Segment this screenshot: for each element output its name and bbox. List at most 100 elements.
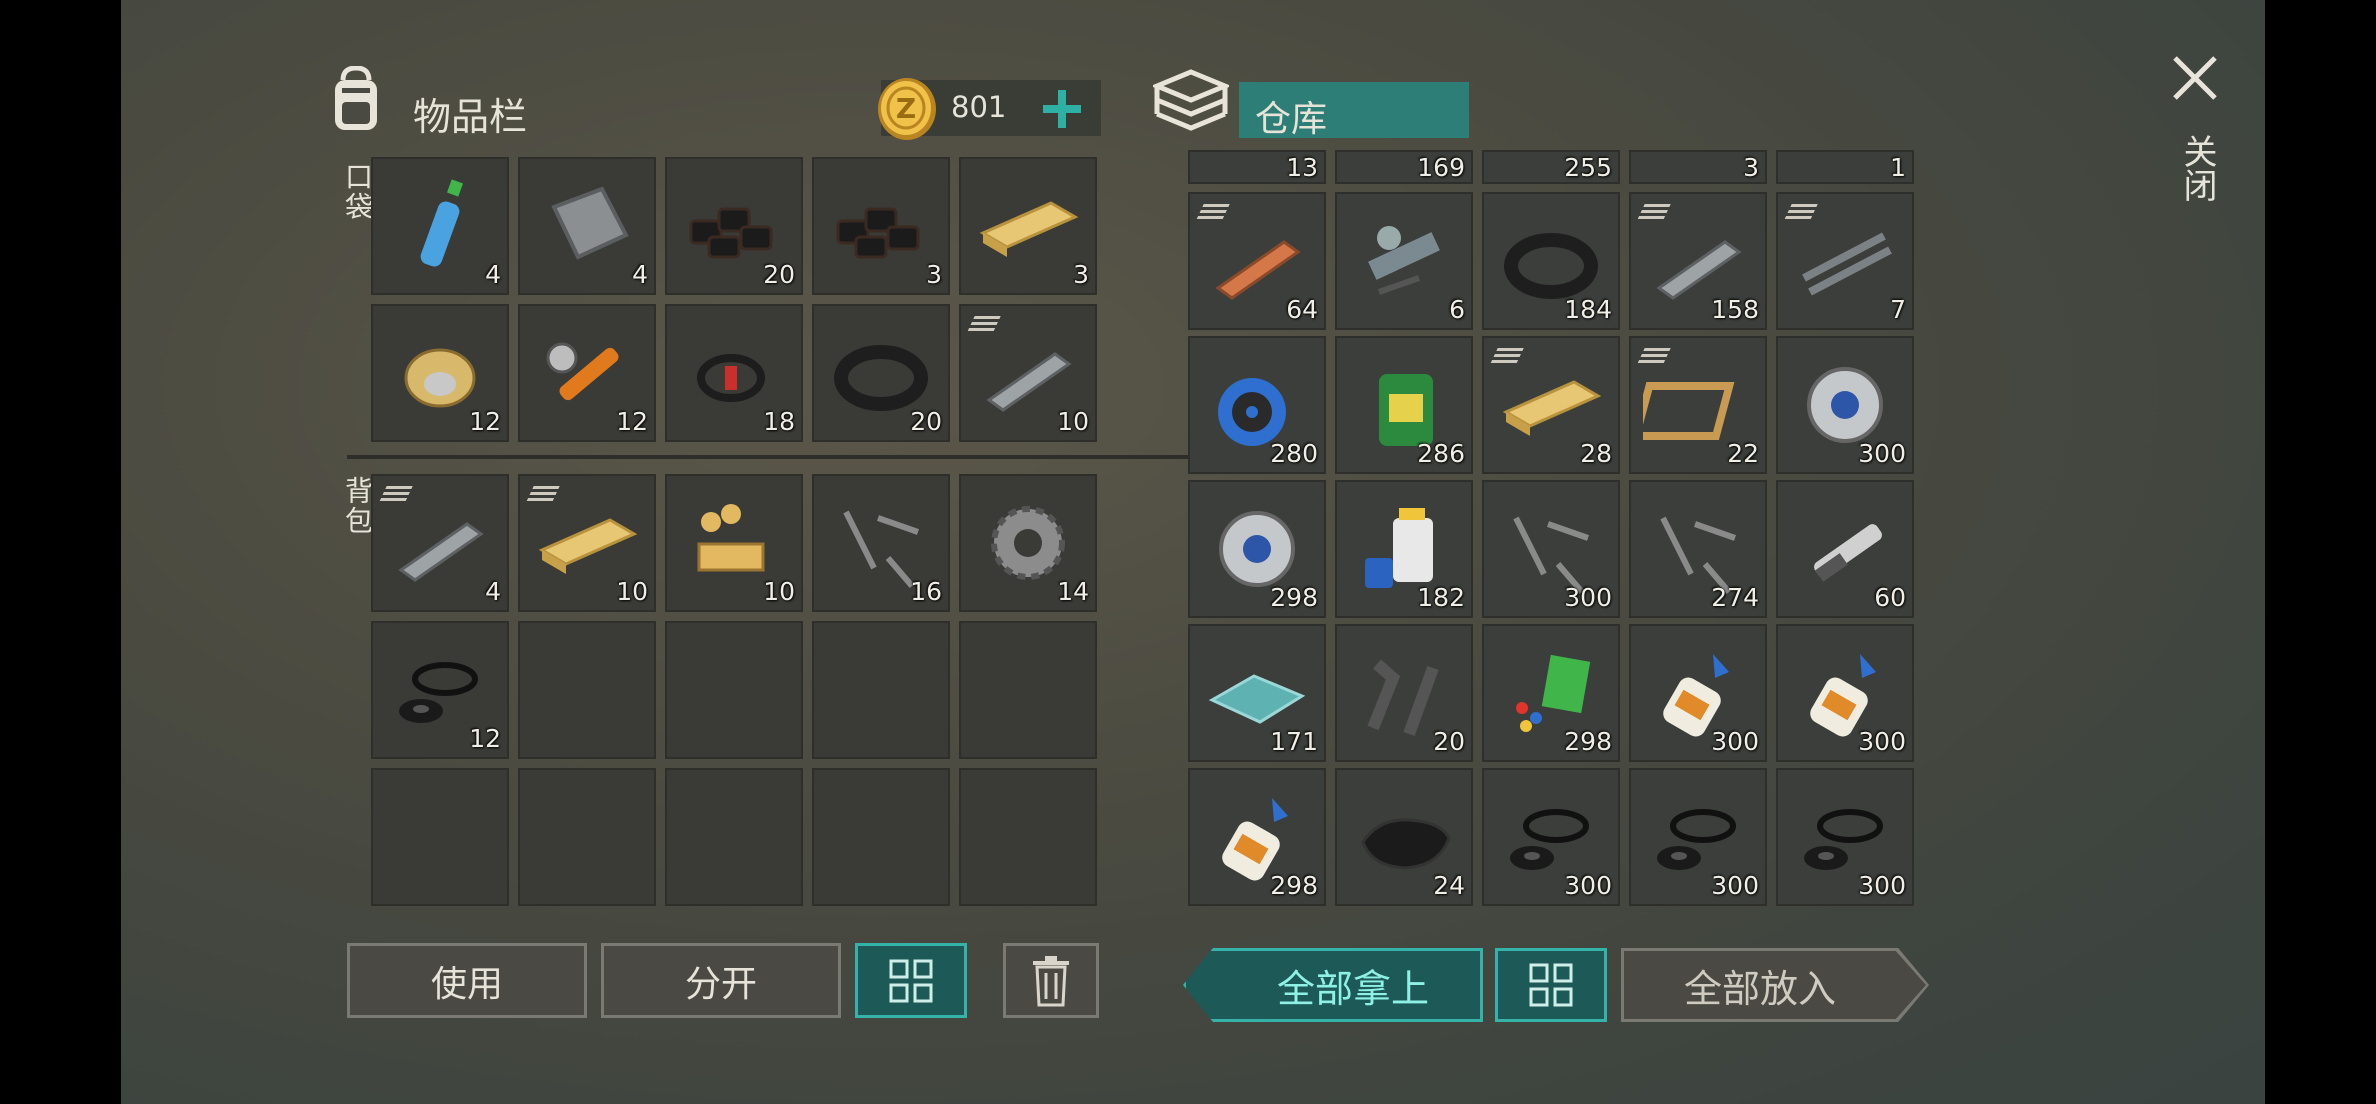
coin-icon: Z [878, 78, 936, 140]
inventory-slot-iron-plate[interactable]: 4 [518, 157, 656, 295]
inventory-slot-engine-parts[interactable]: 6 [1335, 192, 1473, 330]
grid-icon [1529, 963, 1573, 1007]
add-coins-button[interactable] [1041, 88, 1083, 130]
empty-slot[interactable] [665, 621, 803, 759]
inventory-slot-electrical-wire[interactable]: 18 [665, 304, 803, 442]
item-count: 300 [1711, 727, 1759, 756]
inventory-screen: 物品栏 Z 801 口袋 背包 4 4 20 3 3 12 12 18 20 10 4 10 10 16… [121, 0, 2265, 1104]
item-count: 255 [1564, 153, 1612, 182]
item-count: 4 [632, 260, 648, 289]
item-count: 20 [763, 260, 795, 289]
storage-slot-partial[interactable]: 3 [1629, 150, 1767, 184]
storage-title: 仓库 [1255, 99, 1328, 140]
inventory-slot-rubber-hose[interactable]: 20 [812, 304, 950, 442]
item-count: 300 [1858, 727, 1906, 756]
backpack-icon [335, 66, 377, 130]
empty-slot[interactable] [959, 621, 1097, 759]
item-count: 10 [616, 577, 648, 606]
inventory-slot-blue-wire-spool[interactable]: 280 [1188, 336, 1326, 474]
inventory-slot-wooden-board[interactable]: 10 [518, 474, 656, 612]
inventory-slot-wire-spool[interactable]: 12 [371, 304, 509, 442]
inventory-slot-rubber-seals[interactable]: 300 [1482, 768, 1620, 906]
empty-slot[interactable] [518, 621, 656, 759]
take-all-button[interactable]: 全部拿上 [1183, 948, 1483, 1022]
item-count: 4 [485, 260, 501, 289]
inventory-slot-screws[interactable]: 16 [812, 474, 950, 612]
inventory-slot-water-bottle[interactable]: 4 [371, 157, 509, 295]
coin-count: 801 [951, 90, 1007, 124]
item-count: 6 [1449, 295, 1465, 324]
inventory-slot-iron-bar[interactable]: 10 [959, 304, 1097, 442]
inventory-slot-screws[interactable]: 300 [1482, 480, 1620, 618]
use-button[interactable]: 使用 [347, 943, 587, 1018]
engine-parts-icon [1368, 226, 1440, 295]
item-count: 10 [1057, 407, 1089, 436]
empty-slot[interactable] [518, 768, 656, 906]
inventory-slot-pulley[interactable]: 298 [1188, 480, 1326, 618]
inventory-slot-glass[interactable]: 171 [1188, 624, 1326, 762]
item-count: 3 [926, 260, 942, 289]
inventory-slot-pulley[interactable]: 300 [1776, 336, 1914, 474]
inventory-slot-wooden-board[interactable]: 3 [959, 157, 1097, 295]
inventory-slot-glue[interactable]: 298 [1188, 768, 1326, 906]
item-count: 20 [1433, 727, 1465, 756]
inventory-slot-leather[interactable]: 24 [1335, 768, 1473, 906]
inventory-slot-screws[interactable]: 274 [1629, 480, 1767, 618]
inventory-slot-plastic[interactable]: 298 [1482, 624, 1620, 762]
item-count: 13 [1286, 153, 1318, 182]
close-label[interactable]: 关闭 [2173, 134, 2222, 202]
item-count: 158 [1711, 295, 1759, 324]
iron-bar-icon [398, 522, 484, 582]
storage-slot-partial[interactable]: 13 [1188, 150, 1326, 184]
item-count: 16 [910, 577, 942, 606]
section-divider [347, 455, 1215, 459]
item-count: 64 [1286, 295, 1318, 324]
inventory-slot-coal[interactable]: 3 [812, 157, 950, 295]
inventory-slot-rubber-seals[interactable]: 300 [1629, 768, 1767, 906]
inventory-slot-gear[interactable]: 14 [959, 474, 1097, 612]
empty-slot[interactable] [959, 768, 1097, 906]
item-count: 3 [1743, 153, 1759, 182]
item-count: 300 [1858, 439, 1906, 468]
inventory-slot-hydraulic-cylinder[interactable]: 12 [518, 304, 656, 442]
inventory-slot-wooden-parts[interactable]: 10 [665, 474, 803, 612]
inventory-slot-rubber-seals[interactable]: 300 [1776, 768, 1914, 906]
inventory-slot-spark-plug[interactable]: 60 [1776, 480, 1914, 618]
empty-slot[interactable] [812, 768, 950, 906]
item-count: 12 [469, 724, 501, 753]
item-count: 12 [469, 407, 501, 436]
coal-icon [836, 207, 920, 259]
storage-slot-partial[interactable]: 169 [1335, 150, 1473, 184]
inventory-slot-resin[interactable]: 182 [1335, 480, 1473, 618]
inventory-slot-rubber-hose[interactable]: 184 [1482, 192, 1620, 330]
sort-storage-button[interactable] [1495, 948, 1607, 1022]
trash-icon [1033, 955, 1069, 1006]
inventory-slot-iron-bar[interactable]: 158 [1629, 192, 1767, 330]
empty-slot[interactable] [665, 768, 803, 906]
inventory-slot-coal[interactable]: 20 [665, 157, 803, 295]
empty-slot[interactable] [812, 621, 950, 759]
inventory-slot-motor-oil[interactable]: 286 [1335, 336, 1473, 474]
item-count: 4 [485, 577, 501, 606]
inventory-slot-pipes[interactable]: 20 [1335, 624, 1473, 762]
storage-slot-partial[interactable]: 1 [1776, 150, 1914, 184]
storage-slot-partial[interactable]: 255 [1482, 150, 1620, 184]
close-icon[interactable] [2171, 54, 2219, 102]
empty-slot[interactable] [371, 768, 509, 906]
iron-plate-icon [551, 186, 629, 260]
inventory-slot-iron-bar[interactable]: 4 [371, 474, 509, 612]
item-count: 10 [763, 577, 795, 606]
inventory-slot-rebar[interactable]: 7 [1776, 192, 1914, 330]
item-count: 22 [1727, 439, 1759, 468]
split-button[interactable]: 分开 [601, 943, 841, 1018]
inventory-slot-glue[interactable]: 300 [1629, 624, 1767, 762]
inventory-slot-rubber-seals[interactable]: 12 [371, 621, 509, 759]
inventory-slot-copper-bar[interactable]: 64 [1188, 192, 1326, 330]
sort-inventory-button[interactable] [855, 943, 967, 1018]
item-count: 280 [1270, 439, 1318, 468]
trash-button[interactable] [1003, 943, 1099, 1018]
inventory-slot-wooden-board[interactable]: 28 [1482, 336, 1620, 474]
put-all-button[interactable]: 全部放入 [1621, 948, 1929, 1022]
inventory-slot-glue[interactable]: 300 [1776, 624, 1914, 762]
inventory-slot-wooden-frame[interactable]: 22 [1629, 336, 1767, 474]
